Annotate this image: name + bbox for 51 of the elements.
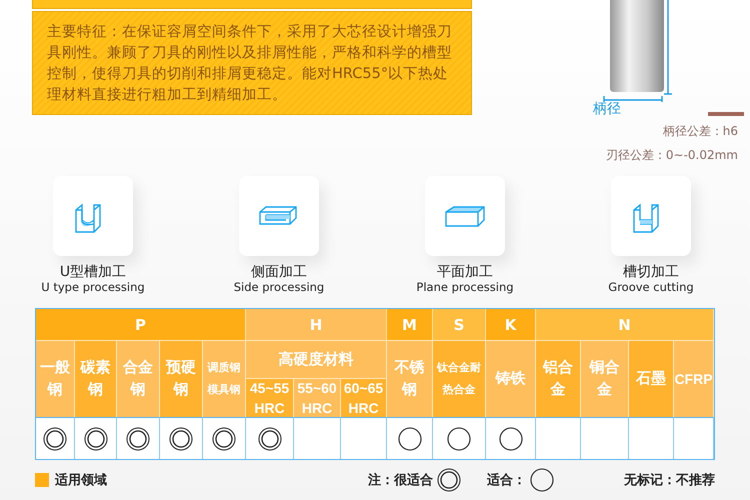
double-circle-icon bbox=[84, 426, 108, 450]
column-header: 45~55 HRC bbox=[246, 378, 294, 417]
process-subtitle: Groove cutting bbox=[608, 280, 694, 294]
process-title: 侧面加工 bbox=[251, 264, 307, 280]
column-header: 调质钢模具钢 bbox=[203, 340, 246, 417]
column-header: 55~60 HRC bbox=[294, 378, 341, 417]
double-circle-icon bbox=[258, 426, 282, 450]
group-header: H bbox=[246, 309, 387, 340]
accent-bar bbox=[708, 112, 744, 116]
circle-icon bbox=[498, 426, 522, 450]
column-header: 钛合金耐热合金 bbox=[433, 340, 486, 417]
group-header: S bbox=[433, 309, 486, 340]
double-circle-icon bbox=[126, 426, 150, 450]
column-header: 不锈钢 bbox=[387, 340, 433, 417]
column-header: 一般钢 bbox=[36, 340, 75, 417]
process-subtitle: Plane processing bbox=[416, 280, 514, 294]
process-title: U型槽加工 bbox=[60, 264, 126, 280]
legend-label: 注：很适合 bbox=[368, 472, 433, 489]
process-title: 槽切加工 bbox=[623, 264, 679, 280]
column-header: 60~65 HRC bbox=[341, 378, 387, 417]
double-circle-icon bbox=[212, 426, 236, 450]
circle-icon bbox=[398, 426, 422, 450]
process-subtitle: Side processing bbox=[234, 280, 324, 294]
column-header: 预硬钢 bbox=[160, 340, 203, 417]
column-header: CFRP bbox=[674, 340, 714, 417]
group-header: M bbox=[387, 309, 433, 340]
tolerance-text: 柄径公差：h6 bbox=[662, 123, 738, 140]
double-circle-icon bbox=[437, 468, 461, 492]
column-header: 高硬度材料 bbox=[246, 340, 387, 378]
dimension-label: 柄径 bbox=[593, 100, 621, 118]
circle-icon bbox=[447, 426, 471, 450]
tolerance-text: 刃径公差：0~-0.02mm bbox=[606, 147, 738, 164]
group-header: K bbox=[486, 309, 536, 340]
legend-swatch bbox=[35, 473, 49, 487]
group-header: P bbox=[36, 309, 246, 340]
column-header: 碳素钢 bbox=[75, 340, 117, 417]
legend-label: 适用领域 bbox=[55, 472, 107, 489]
column-header: 铜合金 bbox=[581, 340, 629, 417]
legend-label: 适合： bbox=[487, 472, 526, 489]
group-header: N bbox=[536, 309, 714, 340]
legend-label: 无标记：不推荐 bbox=[624, 472, 715, 489]
double-circle-icon bbox=[43, 426, 67, 450]
circle-icon bbox=[530, 468, 554, 492]
feature-text: 主要特征：在保证容屑空间条件下，采用了大芯径设计增强刀具刚性。兼顾了刀具的刚性以及排屑性能，严格和科学的槽型控制，使得刀具的切削和排屑更稳定。能对HRC55°以下热处理材料直接进行粗加工到精细加工。 bbox=[32, 11, 472, 115]
process-subtitle: U type processing bbox=[41, 280, 145, 294]
column-header: 铝合金 bbox=[536, 340, 581, 417]
column-header: 合金钢 bbox=[117, 340, 160, 417]
column-header: 石墨 bbox=[629, 340, 674, 417]
column-header: 铸铁 bbox=[486, 340, 536, 417]
double-circle-icon bbox=[169, 426, 193, 450]
process-title: 平面加工 bbox=[437, 264, 493, 280]
